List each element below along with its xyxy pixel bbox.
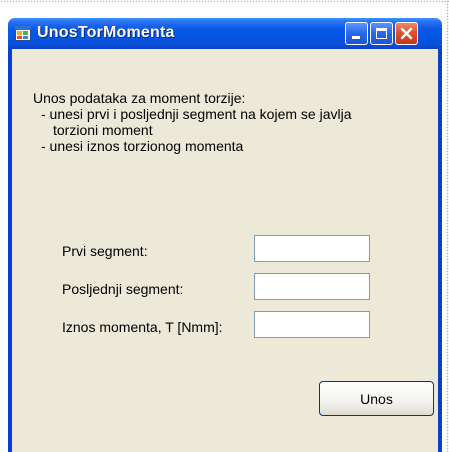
maximize-button[interactable] <box>370 22 393 45</box>
first-segment-input[interactable] <box>254 235 370 262</box>
first-segment-label: Prvi segment: <box>62 243 148 259</box>
title-bar[interactable]: UnosTorMomenta <box>8 18 442 49</box>
instructions-item-segments-continued: torzioni moment <box>53 122 153 138</box>
instructions-item-moment: - unesi iznos torzionog momenta <box>41 138 244 154</box>
last-segment-input[interactable] <box>254 273 370 300</box>
app-icon-caption-strip <box>15 26 31 30</box>
app-icon-tile-orange <box>17 31 22 35</box>
unos-button[interactable]: Unos <box>319 381 434 416</box>
instructions-heading: Unos podataka za moment torzije: <box>33 90 246 106</box>
app-icon-tile-blue <box>23 36 28 39</box>
form-client-area: Unos podataka za moment torzije: - unesi… <box>12 49 438 452</box>
moment-label: Iznos momenta, T [Nmm]: <box>62 319 223 335</box>
app-window-icon[interactable] <box>15 26 31 41</box>
app-icon-tile-green <box>23 31 28 35</box>
screen-dotted-border-top <box>0 0 449 2</box>
app-icon-tile-red <box>17 36 22 39</box>
app-window: UnosTorMomenta Unos podataka za moment t… <box>8 18 442 452</box>
window-title: UnosTorMomenta <box>37 24 175 41</box>
minimize-button[interactable] <box>345 22 368 45</box>
instructions-item-segments: - unesi prvi i posljednji segment na koj… <box>41 106 352 122</box>
moment-input[interactable] <box>254 311 370 338</box>
minimize-icon <box>352 36 360 39</box>
close-button[interactable] <box>395 22 418 45</box>
last-segment-label: Posljednji segment: <box>62 281 184 297</box>
maximize-icon <box>376 28 387 39</box>
close-icon <box>400 27 413 40</box>
